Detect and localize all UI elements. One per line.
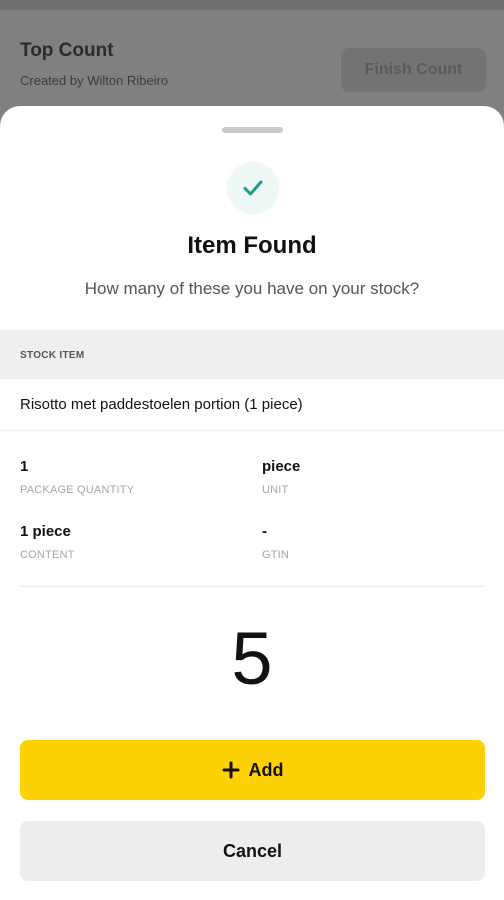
package-quantity-value: 1 xyxy=(20,458,29,475)
add-button-label: Add xyxy=(248,759,284,780)
item-found-sheet: Item Found How many of these you have on… xyxy=(0,106,504,900)
count-title: Top Count xyxy=(20,40,114,61)
count-subtitle: Created by Wilton Ribeiro xyxy=(20,73,169,88)
divider xyxy=(0,430,504,431)
divider xyxy=(20,586,484,587)
stock-item-section-header: STOCK ITEM xyxy=(0,330,504,379)
success-badge xyxy=(227,162,279,214)
sheet-title: Item Found xyxy=(187,232,317,259)
gtin-value: - xyxy=(262,523,267,540)
add-button[interactable]: Add xyxy=(20,740,485,800)
content-label: CONTENT xyxy=(20,549,75,561)
unit-value: piece xyxy=(262,458,301,475)
status-bar xyxy=(0,0,504,10)
plus-icon xyxy=(222,761,239,779)
cancel-button[interactable]: Cancel xyxy=(20,821,485,881)
section-label: STOCK ITEM xyxy=(20,350,85,361)
sheet-question: How many of these you have on your stock… xyxy=(84,279,420,298)
sheet-drag-handle[interactable] xyxy=(222,127,283,133)
check-icon xyxy=(243,180,263,196)
cancel-button-label: Cancel xyxy=(222,840,283,861)
package-quantity-label: PACKAGE QUANTITY xyxy=(20,484,135,496)
count-value[interactable]: 5 xyxy=(0,616,504,701)
gtin-label: GTIN xyxy=(262,549,290,561)
stock-item-name: Risotto met paddestoelen portion (1 piec… xyxy=(20,396,303,413)
finish-count-button[interactable]: Finish Count xyxy=(341,48,486,92)
unit-label: UNIT xyxy=(262,484,289,496)
count-header: Top Count Created by Wilton Ribeiro Fini… xyxy=(0,10,504,120)
content-value: 1 piece xyxy=(20,523,71,540)
